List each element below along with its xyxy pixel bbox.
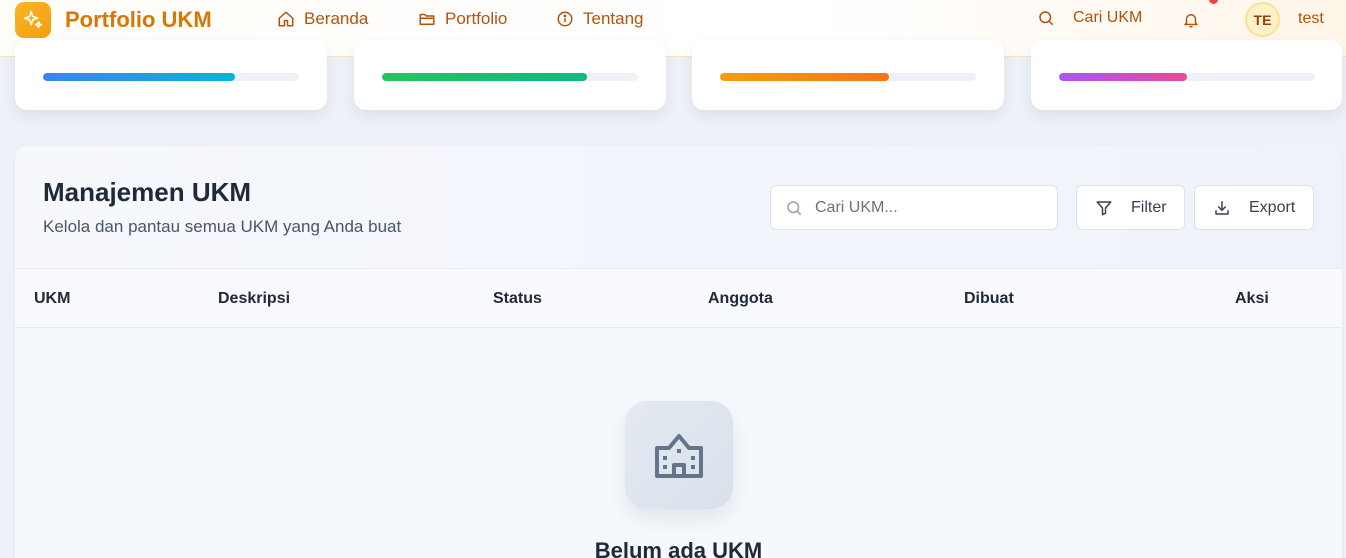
search-input[interactable] <box>815 198 1035 217</box>
progress-bar <box>1059 73 1187 81</box>
progress-bar <box>720 73 889 81</box>
nav-item-tentang[interactable]: Tentang <box>556 9 644 29</box>
column-header-ukm[interactable]: UKM <box>34 290 70 308</box>
building-icon <box>625 401 733 509</box>
progress-bar <box>43 73 235 81</box>
home-icon <box>278 11 294 27</box>
empty-state-title: Belum ada UKM <box>594 538 763 558</box>
brand-title: Portfolio UKM <box>65 7 212 32</box>
info-icon <box>557 11 573 27</box>
search-field[interactable] <box>770 185 1058 230</box>
stat-card <box>15 40 327 110</box>
filter-icon <box>1096 200 1112 215</box>
filter-label: Filter <box>1131 198 1167 216</box>
ukm-management-panel: Manajemen UKM Kelola dan pantau semua UK… <box>15 146 1342 558</box>
progress-track <box>1059 73 1315 81</box>
stat-card <box>354 40 666 110</box>
progress-bar <box>382 73 587 81</box>
progress-track <box>382 73 638 81</box>
column-header-dibuat[interactable]: Dibuat <box>964 290 1014 308</box>
brand[interactable]: Portfolio UKM <box>15 2 212 38</box>
search-icon <box>1039 11 1054 26</box>
page-subtitle: Kelola dan pantau semua UKM yang Anda bu… <box>43 217 402 236</box>
export-button[interactable]: Export <box>1194 185 1314 230</box>
nav-label: Portfolio <box>445 9 508 28</box>
column-header-status[interactable]: Status <box>493 290 542 308</box>
stat-card <box>1031 40 1342 110</box>
column-header-anggota[interactable]: Anggota <box>708 290 773 308</box>
filter-button[interactable]: Filter <box>1076 185 1185 230</box>
progress-track <box>43 73 299 81</box>
search-ukm-link[interactable]: Cari UKM <box>1037 9 1142 27</box>
search-link-label: Cari UKM <box>1073 9 1143 26</box>
sparkle-logo-icon <box>15 2 51 38</box>
column-header-deskripsi[interactable]: Deskripsi <box>218 290 290 308</box>
avatar[interactable]: TE <box>1245 2 1280 37</box>
nav-label: Tentang <box>583 9 644 28</box>
stat-card <box>692 40 1004 110</box>
table-header: UKM Deskripsi Status Anggota Dibuat Aksi <box>15 268 1342 328</box>
bell-icon[interactable] <box>1182 10 1200 35</box>
username[interactable]: test <box>1298 10 1324 28</box>
progress-track <box>720 73 976 81</box>
download-icon <box>1215 200 1229 215</box>
column-header-aksi: Aksi <box>1235 290 1269 307</box>
nav-label: Beranda <box>304 9 369 28</box>
page-title: Manajemen UKM <box>43 177 252 207</box>
folder-icon <box>419 13 435 25</box>
nav-item-beranda[interactable]: Beranda <box>277 9 368 29</box>
export-label: Export <box>1249 198 1296 216</box>
notification-badge <box>1209 0 1218 4</box>
search-icon <box>787 200 802 215</box>
nav-item-portfolio[interactable]: Portfolio <box>418 9 507 29</box>
